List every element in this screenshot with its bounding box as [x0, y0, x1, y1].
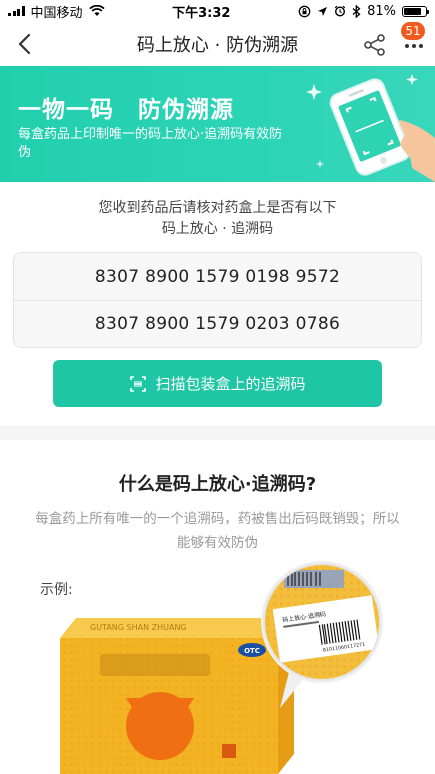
nav-bar: 码上放心 · 防伪溯源 51: [0, 22, 435, 66]
hero-banner: 一物一码 防伪溯源 每盒药品上印制唯一的码上放心·追溯码有效防伪: [0, 66, 435, 182]
share-icon[interactable]: [362, 32, 388, 58]
location-icon: [318, 6, 328, 16]
wifi-icon: [88, 5, 105, 16]
battery-icon: [401, 5, 429, 17]
otc-label: OTC: [244, 647, 260, 655]
medicine-box-example-image: GUTANG SHAN ZHUANG OTC 码上放心·追溯码 81011060…: [60, 561, 383, 774]
verify-intro-line-1: 您收到药品后请核对药盒上是否有以下: [98, 200, 337, 216]
banner-subtitle: 每盒药品上印制唯一的码上放心·追溯码有效防伪: [18, 127, 283, 160]
notification-badge: 51: [401, 22, 425, 40]
carrier-name: 中国移动: [30, 5, 83, 21]
page-title: 码上放心 · 防伪溯源: [136, 35, 299, 56]
battery-percent: 81%: [367, 3, 396, 19]
banner-title: 一物一码 防伪溯源: [18, 97, 234, 123]
trace-code-list: 8307 8900 1579 0198 9572 8307 8900 1579 …: [13, 252, 422, 348]
lock-rotation-icon: [298, 5, 311, 17]
verify-intro: 您收到药品后请核对药盒上是否有以下 码上放心 · 追溯码: [0, 198, 435, 240]
alarm-icon: [334, 5, 346, 17]
status-time: 下午3:32: [172, 5, 231, 21]
phone-scan-illustration: [306, 74, 435, 182]
about-title: 什么是码上放心·追溯码?: [118, 474, 317, 495]
about-section: 什么是码上放心·追溯码? 每盒药上所有唯一的一个追溯码，药被售出后码既销毁；所以…: [0, 440, 435, 774]
signal-icon: [8, 6, 25, 16]
status-right: 81%: [298, 3, 429, 19]
about-description: 每盒药上所有唯一的一个追溯码，药被售出后码既销毁；所以能够有效防伪: [35, 511, 400, 551]
scan-code-button[interactable]: 扫描包装盒上的追溯码: [53, 360, 382, 407]
box-top-text: GUTANG SHAN ZHUANG: [90, 623, 187, 632]
back-icon[interactable]: [12, 30, 40, 58]
trace-code-item: 8307 8900 1579 0198 9572: [94, 266, 341, 287]
scan-code-label: 扫描包装盒上的追溯码: [155, 375, 306, 393]
status-left: 中国移动: [8, 2, 105, 21]
status-bar: 中国移动 下午3:32 81%: [0, 0, 435, 22]
verify-section: 您收到药品后请核对药盒上是否有以下 码上放心 · 追溯码 8307 8900 1…: [0, 182, 435, 426]
verify-intro-line-2: 码上放心 · 追溯码: [161, 221, 274, 237]
trace-code-item: 8307 8900 1579 0203 0786: [14, 300, 421, 347]
scan-icon: [130, 375, 147, 392]
bluetooth-icon: [352, 4, 361, 18]
